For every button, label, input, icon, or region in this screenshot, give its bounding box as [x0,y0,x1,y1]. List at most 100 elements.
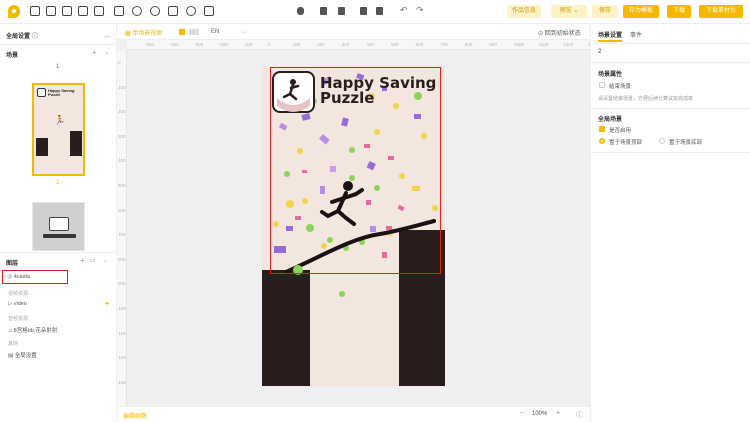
download-zip-button[interactable]: 下载素材包 [699,5,743,18]
vertical-ruler: 0 100 200 300 400 500 600 700 800 900 1000 1100 1200… [117,50,127,406]
ruler-v-tick: 1100 [118,330,127,336]
tab-events[interactable]: 事件 [630,30,642,39]
audio-tool-icon[interactable] [150,6,160,16]
grid-view-icon: ▦ [125,31,131,37]
thumb-title-line2: Puzzle [48,92,61,97]
add-scene-icon[interactable]: + [92,48,97,57]
ruler-v-tick: 1000 [118,306,126,311]
works-info-button[interactable]: 作品信息 [507,5,541,18]
page-tool-icon[interactable] [168,6,178,16]
save-as-template-button[interactable]: 存为模板 [623,5,659,18]
ruler-v-tick: 400 [118,158,126,164]
audio-item[interactable]: ♫ 8宫格bb,花朵射射 [8,326,57,334]
ruler-v-tick: 300 [118,133,126,139]
ruler-h-tick: 900 [489,42,497,47]
audio-group-label: 音频资源 [8,316,29,322]
ruler-v-tick: 0 [118,60,121,65]
place-top-radio[interactable] [599,138,605,144]
scene-number-2: 2 [56,180,60,186]
enable-checkbox[interactable] [599,126,605,132]
at-tool-icon[interactable] [186,6,196,16]
horizontal-ruler: -500 -400 -300 -200 -100 0 100 200 300 400 500 600 7… [127,40,590,50]
left-pillar [262,270,310,386]
thumb-logo-icon [49,217,69,231]
tab-scene-settings[interactable]: 场景设置 [598,30,622,39]
document-icon: ▤ [8,353,14,359]
scene-view-toggle[interactable]: ▦ 单场景视图 [125,28,162,37]
scene-thumbnail-2[interactable]: Happy Saving Puzzle 🏃 [32,83,85,176]
zoom-in-icon[interactable]: + [556,410,560,417]
video-tool-icon[interactable] [46,6,56,16]
paste-icon[interactable] [376,7,383,15]
ruler-h-tick: 1000 [514,42,525,47]
scene-options-icon[interactable]: ⌄ [104,49,109,56]
save-button[interactable]: 保存 [592,5,618,18]
redo-icon[interactable]: ↷ [416,5,424,16]
ruler-h-tick: 700 [440,42,448,47]
layer-icon[interactable] [297,7,304,15]
ruler-h-tick: 1200 [563,42,574,47]
scene-number-label: 2 [598,49,602,55]
ruler-h-tick: -500 [145,42,155,47]
ruler-v-tick: 700 [118,232,126,238]
restore-initial-button[interactable]: ⊙ 回到初始状态 [538,28,581,37]
align-bottom-icon[interactable] [338,7,345,15]
layers-title: 图层 [6,261,19,267]
preview-label: 预览 [559,8,572,14]
sparkle-icon[interactable]: ✦ [104,300,110,308]
target-icon: ⊙ [538,31,544,37]
app-logo-icon [8,5,20,18]
thumb-title: Happy Saving Puzzle [48,89,74,97]
image-tool-icon[interactable] [30,6,40,16]
end-scene-checkbox[interactable] [599,82,605,88]
ruler-v-tick: 800 [118,256,126,262]
circle-tool-icon[interactable] [132,6,142,16]
ruler-v-tick: 500 [118,183,126,188]
video-item[interactable]: ▷ video [8,301,27,307]
collapse-icon[interactable]: ︿ [104,30,111,40]
shape-tool-icon[interactable] [94,6,104,16]
edit-tool-icon[interactable] [78,6,88,16]
download-button[interactable]: 下载 [667,5,691,18]
restore-initial-label: 回到初始状态 [544,31,581,37]
ruler-v-tick: 100 [118,84,126,90]
grid-tool-icon[interactable] [62,6,72,16]
ruler-v-tick: 600 [118,207,126,213]
ruler-v-tick: 200 [118,109,126,115]
preview-button[interactable]: 预览 ⌄ [551,5,587,18]
scene-number-1: 1 [56,64,60,70]
scene-thumbnail-3[interactable] [32,202,85,251]
ruler-h-tick: -300 [194,42,204,47]
ruler-h-tick: 0 [268,42,271,47]
component-tool-icon[interactable] [204,6,214,16]
top-toolbar: ↶ ↷ 作品信息 预览 ⌄ 保存 存为模板 下载 下载素材包 [0,0,750,24]
global-scene-title: 全局场景 [598,117,623,123]
left-panel: 全局设置 ⓘ ︿ 场景 + ⌄ 1 Happy Saving Puzzle 🏃 … [0,24,117,422]
zoom-out-icon[interactable]: − [520,410,524,417]
help-circle-icon[interactable]: ⓘ [576,410,583,420]
language-label: EN [211,29,220,35]
stick-figure-icon: 🏃 [54,115,66,125]
global-settings-label: 全局设置 [6,34,31,40]
layer-options-icon[interactable]: ⌄ [103,257,108,264]
copy-icon[interactable] [360,7,367,15]
thumb-title-bar [43,234,76,238]
color-swatch-yellow[interactable] [179,29,185,35]
folder-icon[interactable]: ▭ [90,257,96,264]
place-bottom-label: 置于场景底部 [669,140,703,146]
undo-icon[interactable]: ↶ [400,5,408,16]
place-top-label: 置于场景顶部 [609,140,643,146]
place-bottom-radio[interactable] [659,138,665,144]
ruler-v-tick: 1300 [118,379,126,385]
highlight-box-canvas [270,67,441,274]
scenes-title: 场景 [6,53,19,59]
active-tab-indicator [598,40,622,42]
edit-frame-link[interactable]: 编辑帧数 [123,411,147,420]
color-swatch-gray[interactable] [189,29,199,35]
text-tool-icon[interactable] [114,6,124,16]
align-top-icon[interactable] [320,7,327,15]
language-select[interactable]: EN ⌄ [211,28,246,35]
global-settings-title[interactable]: 全局设置 ⓘ [6,31,38,40]
global-settings-item[interactable]: ▤ 全局设置 [8,351,37,359]
add-layer-icon[interactable]: + [80,256,85,265]
